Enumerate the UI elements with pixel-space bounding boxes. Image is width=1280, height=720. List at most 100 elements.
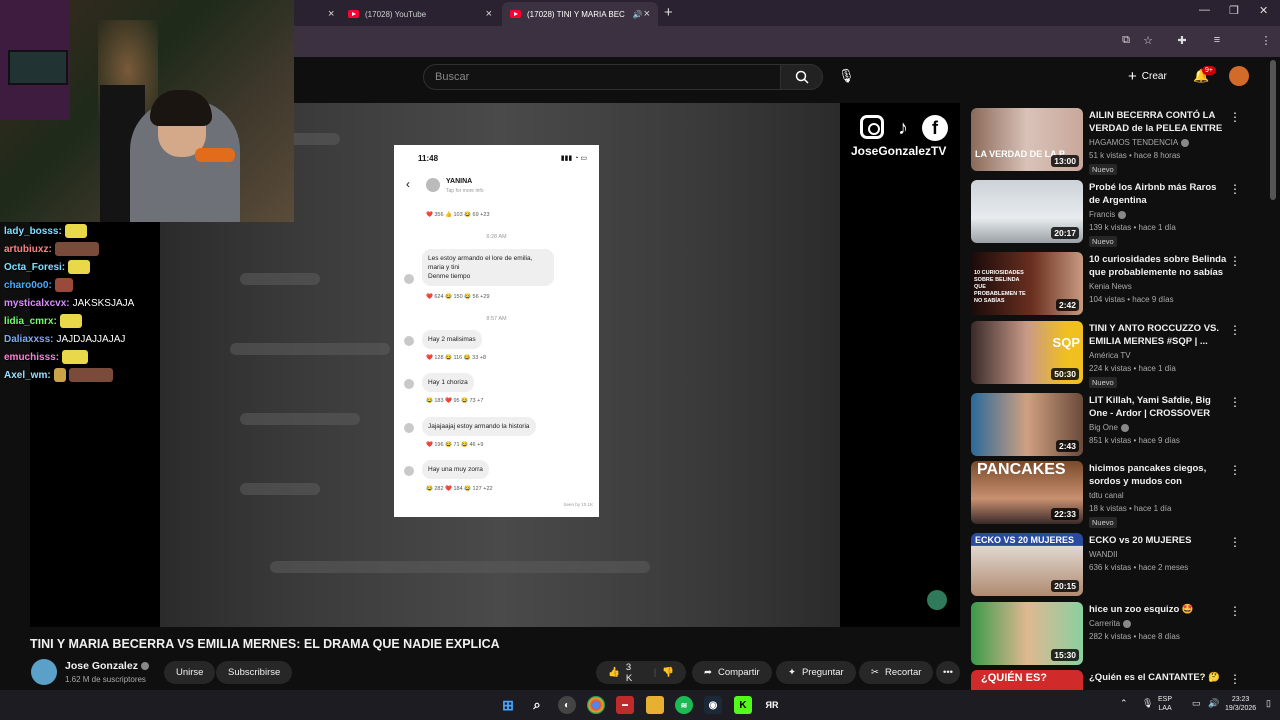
steam-icon[interactable]: ◉ <box>704 696 722 714</box>
close-icon[interactable]: × <box>486 8 492 20</box>
youtube-icon <box>348 10 359 18</box>
search-icon <box>795 70 809 84</box>
video-thumbnail[interactable]: SQP 50:30 <box>971 321 1083 384</box>
close-window-icon[interactable]: ✕ <box>1259 4 1268 17</box>
rec-title[interactable]: 10 curiosidades sobre Belinda que probab… <box>1089 253 1227 279</box>
minimize-icon[interactable]: — <box>1199 4 1210 16</box>
recommendation-item[interactable]: PANCAKES 22:33 hicimos pancakes ciegos, … <box>971 461 1251 528</box>
recommendation-item[interactable]: ¿QUIÉN ES? ¿Quién es el CANTANTE? 🤔 ⋮ <box>971 670 1251 690</box>
notification-center-icon[interactable]: ▯ <box>1266 699 1271 708</box>
recommendation-item[interactable]: SQP 50:30 TINI Y ANTO ROCCUZZO VS. EMILI… <box>971 321 1251 388</box>
tab-youtube[interactable]: (17028) YouTube × <box>340 2 500 26</box>
video-thumbnail[interactable]: ECKO VS 20 MUJERES 20:15 <box>971 533 1083 596</box>
extensions-icon[interactable]: ✚ <box>1174 34 1190 47</box>
chrome-icon[interactable] <box>587 696 605 714</box>
language-indicator[interactable]: ESP LAA <box>1158 695 1172 713</box>
tray-chevron-icon[interactable]: ⌃ <box>1120 699 1128 708</box>
more-icon[interactable]: ⋮ <box>1229 395 1241 409</box>
mic-tray-icon[interactable]: 🎙 <box>1142 699 1153 708</box>
more-icon[interactable]: ⋮ <box>1229 254 1241 268</box>
app-icon[interactable]: ▬ <box>616 696 634 714</box>
more-icon[interactable]: ⋮ <box>1229 110 1241 124</box>
chat-message: lidia_cmrx: <box>4 312 164 330</box>
rec-title[interactable]: Probé los Airbnb más Raros de Argentina <box>1089 181 1227 207</box>
create-button[interactable]: + Crear <box>1128 66 1167 86</box>
obs-icon[interactable]: ◐ <box>558 696 576 714</box>
dislike-icon[interactable]: 👎 <box>662 667 674 678</box>
kick-icon[interactable]: K <box>734 696 752 714</box>
video-thumbnail[interactable]: 2:43 <box>971 393 1083 456</box>
volume-icon[interactable]: 🔊 <box>1208 699 1219 708</box>
search-button[interactable] <box>780 64 823 90</box>
recommendation-item[interactable]: 15:30 hice un zoo esquizo 🤩 Carrerita 28… <box>971 602 1251 668</box>
video-thumbnail[interactable]: 10 CURIOSIDADES SOBRE BELINDA QUE PROBAB… <box>971 252 1083 315</box>
scrollbar[interactable] <box>1270 60 1276 200</box>
chat-message: mysticalxcvx: JAKSKSJAJA <box>4 297 135 309</box>
chat-message: emuchisss: <box>4 348 164 366</box>
maximize-icon[interactable]: ❐ <box>1229 4 1239 17</box>
like-icon[interactable]: 👍 <box>608 667 620 678</box>
video-thumbnail[interactable]: 20:17 <box>971 180 1083 243</box>
rec-title[interactable]: hice un zoo esquizo 🤩 <box>1089 603 1227 616</box>
duration: 20:17 <box>1051 227 1079 239</box>
reactions: ❤️ 356 👍 103 😂 69 +23 <box>426 212 490 218</box>
more-icon[interactable]: ⋮ <box>1229 535 1241 549</box>
subscribe-button[interactable]: Subscribirse <box>216 661 293 684</box>
star-icon[interactable]: ☆ <box>1140 34 1156 47</box>
verified-icon <box>1120 423 1129 432</box>
clock[interactable]: 23:23 19/3/2026 <box>1225 695 1256 713</box>
menu-dots-icon[interactable]: ⋮ <box>1258 34 1274 47</box>
more-icon[interactable]: ⋮ <box>1229 463 1241 477</box>
tab-label: (17028) YouTube <box>365 9 427 19</box>
video-thumbnail[interactable]: PANCAKES 22:33 <box>971 461 1083 524</box>
channel-name[interactable]: Jose Gonzalez <box>65 660 138 672</box>
join-button[interactable]: Unirse <box>164 661 216 684</box>
cast-icon[interactable]: ⧉ <box>1118 34 1134 47</box>
recommendation-item[interactable]: 2:43 LIT Killah, Yami Safdie, Big One - … <box>971 393 1251 459</box>
clip-button[interactable]: ✂ Recortar <box>859 661 934 684</box>
more-icon[interactable]: ⋮ <box>1229 672 1241 686</box>
channel-avatar[interactable] <box>31 659 57 685</box>
rec-title[interactable]: ¿Quién es el CANTANTE? 🤔 <box>1089 671 1227 684</box>
seen-label: Seen by 10.1K <box>563 502 593 507</box>
rec-title[interactable]: LIT Killah, Yami Safdie, Big One - Ardor… <box>1089 394 1227 421</box>
recommendation-item[interactable]: 20:17 Probé los Airbnb más Raros de Arge… <box>971 180 1251 247</box>
more-icon[interactable]: ⋮ <box>1229 182 1241 196</box>
video-thumbnail[interactable]: LA VERDAD DE LA P 13:00 <box>971 108 1083 171</box>
back-icon: ‹ <box>406 177 410 191</box>
like-count[interactable]: 3 K <box>626 662 640 684</box>
ask-button[interactable]: ✦ Preguntar <box>776 661 856 684</box>
close-icon[interactable]: × <box>644 8 650 20</box>
folder-icon[interactable] <box>646 696 664 714</box>
app-rr-icon[interactable]: ЯR <box>763 696 781 714</box>
new-tab-icon[interactable]: + <box>664 4 673 21</box>
recommendation-item[interactable]: LA VERDAD DE LA P 13:00 AILIN BECERRA CO… <box>971 108 1251 175</box>
tab-close-prev[interactable]: × <box>310 2 340 26</box>
video-thumbnail[interactable]: 15:30 <box>971 602 1083 665</box>
more-icon[interactable]: ⋮ <box>1229 323 1241 337</box>
media-icon[interactable]: ≡ <box>1209 34 1225 46</box>
more-actions-button[interactable]: ••• <box>936 661 960 684</box>
windows-start-icon[interactable]: ⊞ <box>499 696 517 714</box>
spotify-icon[interactable]: ≋ <box>675 696 693 714</box>
share-button[interactable]: ➦ Compartir <box>692 661 772 684</box>
rec-title[interactable]: hicimos pancakes ciegos, sordos y mudos … <box>1089 462 1227 489</box>
speaker-icon[interactable]: 🔊 <box>633 10 643 19</box>
rec-title[interactable]: ECKO vs 20 MUJERES <box>1089 534 1227 547</box>
channel-name-row[interactable]: Jose Gonzalez <box>65 660 149 672</box>
video-thumbnail[interactable]: ¿QUIÉN ES? <box>971 670 1083 690</box>
channel-watermark-icon[interactable] <box>927 590 947 610</box>
recommendation-item[interactable]: ECKO VS 20 MUJERES 20:15 ECKO vs 20 MUJE… <box>971 533 1251 599</box>
search-icon[interactable]: ⌕ <box>528 696 546 714</box>
plus-icon: + <box>1128 67 1137 85</box>
recommendation-item[interactable]: 10 CURIOSIDADES SOBRE BELINDA QUE PROBAB… <box>971 252 1251 318</box>
monitor-icon[interactable]: ▭ <box>1192 699 1201 708</box>
rec-title[interactable]: AILIN BECERRA CONTÓ LA VERDAD de la PELE… <box>1089 109 1227 136</box>
account-avatar[interactable] <box>1229 66 1249 86</box>
more-icon[interactable]: ⋮ <box>1229 604 1241 618</box>
mic-icon[interactable]: 🎙 <box>838 68 855 84</box>
rec-title[interactable]: TINI Y ANTO ROCCUZZO VS. EMILIA MERNES #… <box>1089 322 1227 348</box>
tab-video[interactable]: (17028) TINI Y MARIA BEC 🔊 × <box>502 2 658 26</box>
search-input[interactable]: Buscar <box>423 64 781 90</box>
close-icon[interactable]: × <box>328 8 334 20</box>
